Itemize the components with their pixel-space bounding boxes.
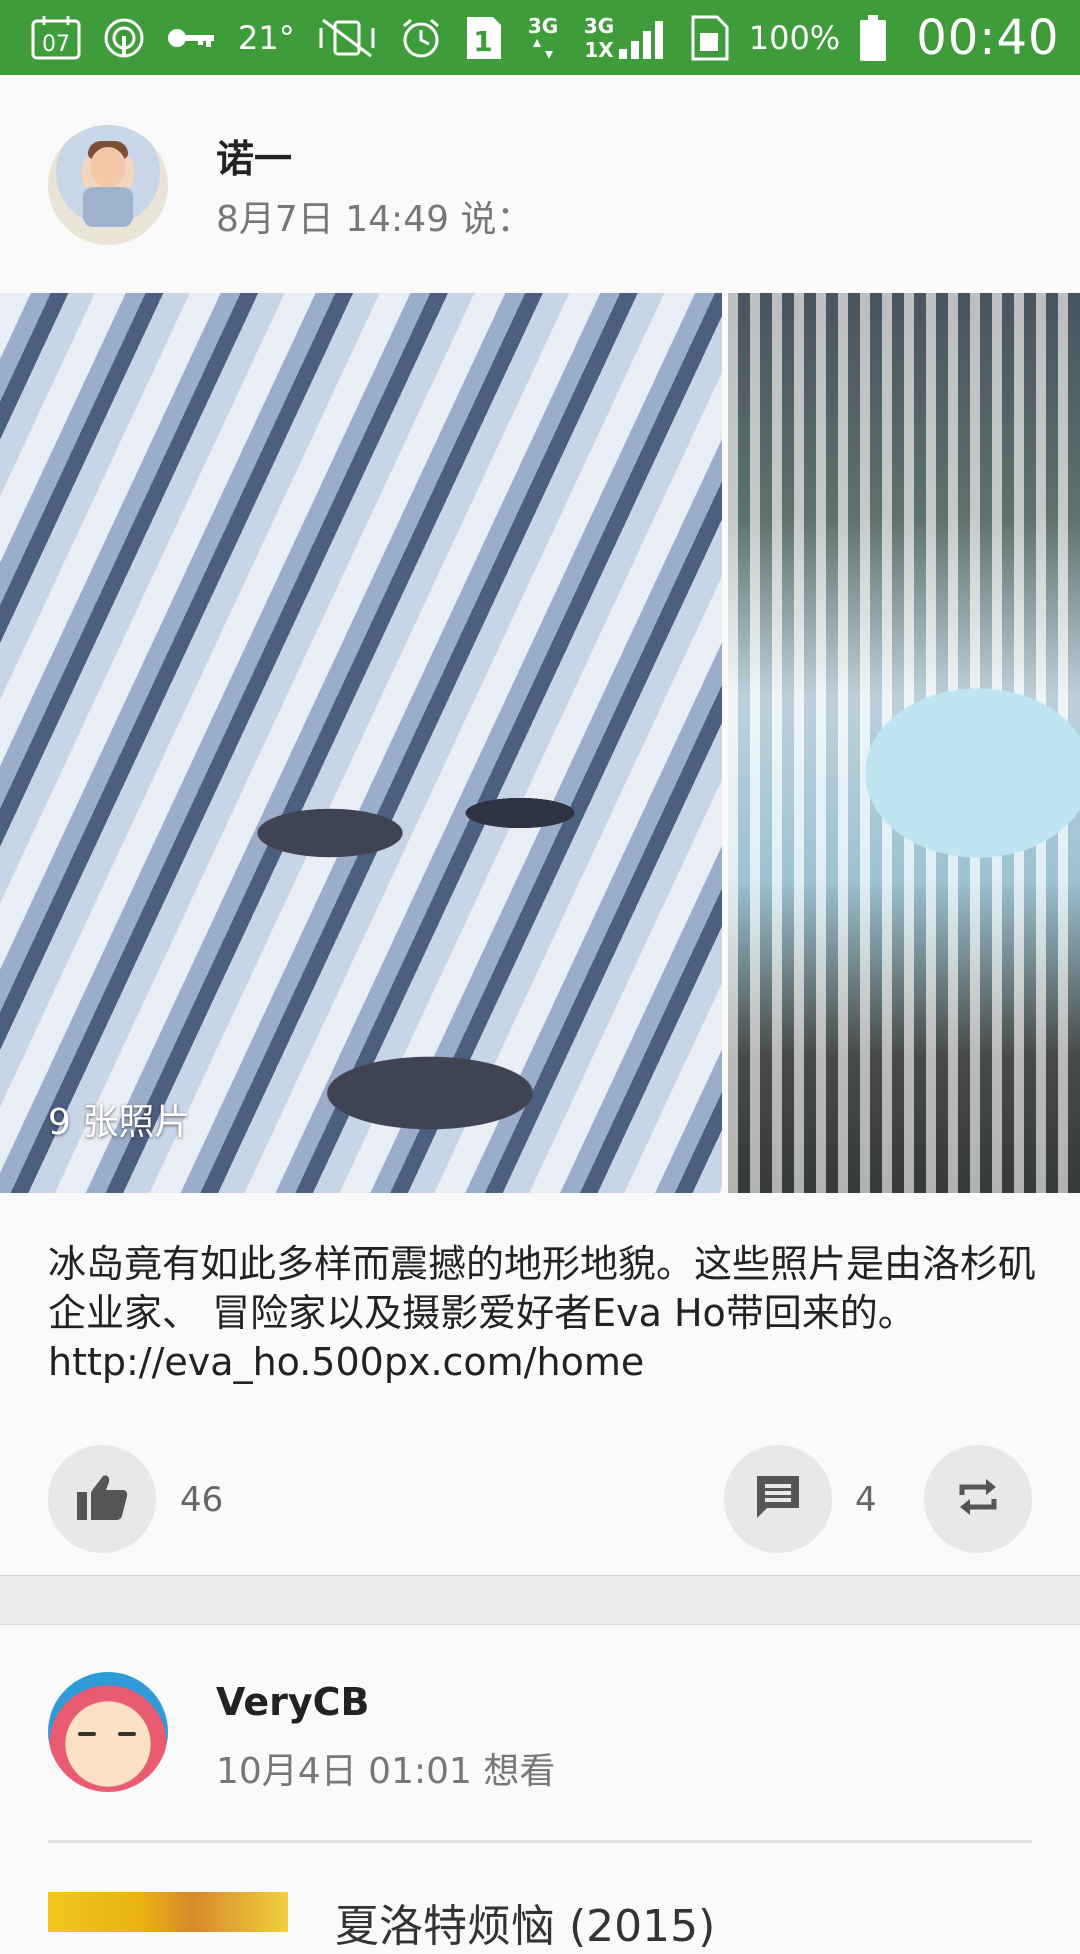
repost-button[interactable] — [924, 1445, 1032, 1553]
comment-button[interactable] — [724, 1445, 832, 1553]
divider — [48, 1840, 1032, 1843]
clock: 00:40 — [916, 9, 1060, 66]
photo-gallery[interactable]: 9 张照片 — [0, 293, 1080, 1193]
photo-1[interactable] — [0, 293, 722, 1193]
alarm-icon — [399, 16, 443, 60]
network-3g-icon: 3G — [523, 13, 563, 63]
post-text: 冰岛竟有如此多样而震撼的地形地貌。这些照片是由洛杉矶企业家、 冒险家以及摄影爱好… — [48, 1242, 1037, 1384]
avatar[interactable] — [48, 1672, 168, 1792]
svg-text:1: 1 — [473, 25, 492, 58]
temperature-text: 21° — [238, 18, 295, 57]
battery-percent: 100% — [748, 18, 841, 57]
svg-text:07: 07 — [42, 32, 70, 57]
status-bar: 07 21° 1 3G 3G 1X 100% 00:40 — [0, 0, 1080, 75]
svg-text:3G: 3G — [528, 14, 558, 38]
author-name[interactable]: VeryCB — [216, 1680, 369, 1724]
photo-count: 9 张照片 — [48, 1102, 191, 1143]
vpn-key-icon — [166, 23, 218, 53]
svg-text:3G: 3G — [584, 14, 614, 38]
like-count: 46 — [180, 1480, 224, 1520]
calendar-icon: 07 — [30, 15, 82, 61]
comment-icon — [753, 1472, 803, 1526]
movie-title[interactable]: 夏洛特烦恼 (2015) — [335, 1890, 715, 1954]
thumb-up-icon — [75, 1472, 129, 1526]
battery-icon — [860, 14, 887, 61]
hotspot-icon — [102, 16, 146, 60]
sim-1-icon: 1 — [463, 15, 503, 61]
author-name[interactable]: 诺一 — [216, 128, 292, 183]
post-meta: 10月4日 01:01 想看 — [216, 1751, 556, 1792]
post-meta: 8月7日 14:49 说： — [216, 199, 533, 240]
like-button[interactable] — [48, 1445, 156, 1553]
vibrate-off-icon — [315, 16, 379, 60]
svg-text:1X: 1X — [584, 38, 614, 62]
photo-2[interactable] — [728, 293, 1080, 1193]
repost-icon — [954, 1473, 1002, 1525]
avatar[interactable] — [48, 125, 168, 245]
comment-count: 4 — [855, 1480, 877, 1520]
post-card: 诺一 8月7日 14:49 说： 9 张照片 冰岛竟有如此多样而震撼的地形地貌。… — [0, 75, 1080, 1575]
signal-icon: 3G 1X — [583, 13, 669, 63]
sim-card-icon — [689, 15, 729, 61]
movie-poster[interactable] — [48, 1892, 288, 1932]
card-separator — [0, 1575, 1080, 1625]
